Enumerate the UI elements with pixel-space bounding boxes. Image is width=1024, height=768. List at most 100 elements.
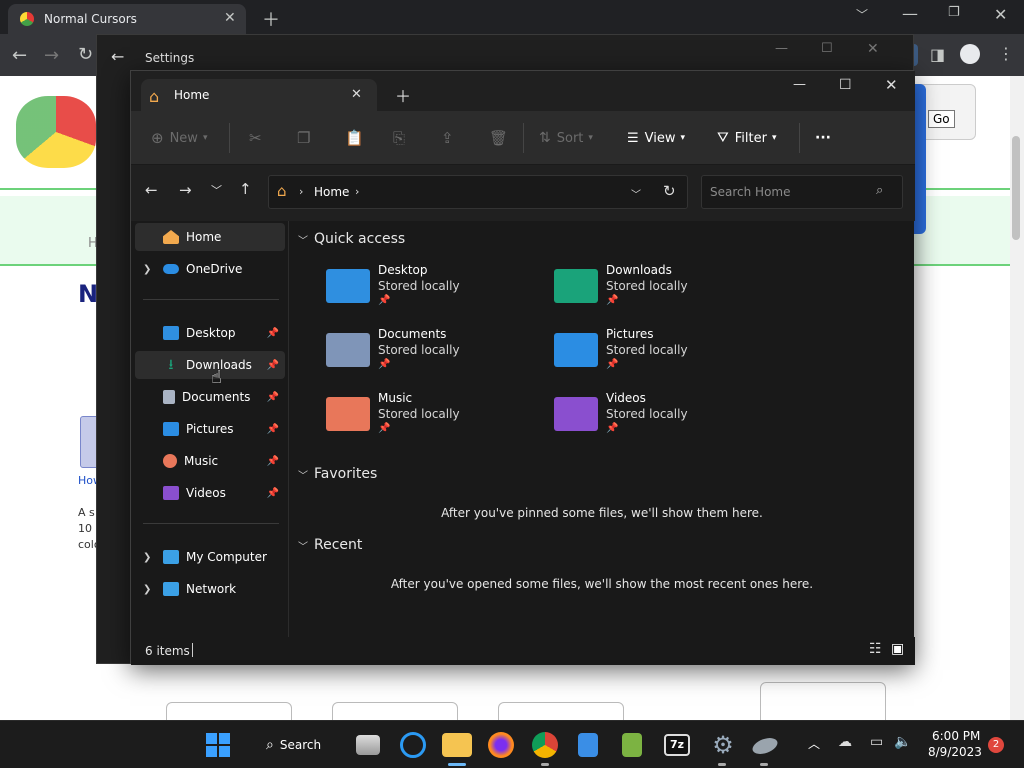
- nav-item-music[interactable]: Music 📌: [135, 447, 285, 475]
- browser-tab[interactable]: Normal Cursors ✕: [8, 4, 246, 34]
- clock-time[interactable]: 6:00 PM: [932, 729, 980, 743]
- quick-access-documents[interactable]: Documents Stored locally 📌: [320, 327, 540, 383]
- tiles-view-icon[interactable]: ▣: [891, 641, 904, 657]
- file-explorer-icon[interactable]: [442, 733, 472, 757]
- quick-access-music[interactable]: Music Stored locally 📌: [320, 391, 540, 447]
- explorer-maximize-icon[interactable]: ☐: [839, 77, 852, 93]
- copy-icon[interactable]: ❐: [297, 111, 310, 165]
- taskbar-search-button[interactable]: ⌕ Search: [256, 731, 340, 759]
- nav-item-home[interactable]: Home: [135, 223, 285, 251]
- pin-icon[interactable]: 📌: [267, 424, 279, 435]
- pin-icon[interactable]: 📌: [267, 392, 279, 403]
- explorer-tab-close-icon[interactable]: ✕: [351, 87, 362, 102]
- nav-item-my-computer[interactable]: ❯ My Computer: [135, 543, 285, 571]
- nav-item-desktop[interactable]: Desktop 📌: [135, 319, 285, 347]
- nav-item-videos[interactable]: Videos 📌: [135, 479, 285, 507]
- cut-icon[interactable]: ✂: [249, 111, 262, 165]
- up-arrow-icon[interactable]: ↑: [239, 180, 252, 198]
- back-arrow-icon[interactable]: ←: [145, 181, 158, 199]
- cortana-icon[interactable]: [400, 732, 426, 758]
- new-tab-icon[interactable]: ＋: [262, 6, 280, 32]
- pin-icon[interactable]: 📌: [267, 360, 279, 371]
- view-button[interactable]: ☰ View ▾: [627, 111, 685, 165]
- close-window-icon[interactable]: ✕: [994, 5, 1007, 24]
- clock-date[interactable]: 8/9/2023: [928, 745, 982, 759]
- address-dropdown-icon[interactable]: ﹀: [631, 186, 641, 201]
- close-tab-icon[interactable]: ✕: [224, 10, 236, 26]
- back-icon[interactable]: ←: [12, 45, 27, 66]
- explorer-minimize-icon[interactable]: —: [793, 77, 806, 92]
- delete-icon[interactable]: 🗑: [489, 111, 508, 165]
- nav-item-pictures[interactable]: Pictures 📌: [135, 415, 285, 443]
- side-panel-icon[interactable]: ◨: [930, 45, 945, 64]
- notification-badge[interactable]: 2: [988, 737, 1004, 753]
- 7zip-icon[interactable]: 7z: [664, 734, 690, 756]
- search-input[interactable]: Search Home ⌕: [701, 175, 903, 209]
- rename-icon[interactable]: ⎘: [393, 111, 405, 165]
- nav-label: Documents: [182, 390, 251, 404]
- collapse-chevron-icon[interactable]: ﹀: [298, 232, 308, 247]
- collapse-chevron-icon[interactable]: ﹀: [298, 538, 308, 553]
- profile-icon[interactable]: [960, 44, 980, 64]
- quick-access-desktop[interactable]: Desktop Stored locally 📌: [320, 263, 540, 319]
- pin-icon[interactable]: 📌: [267, 328, 279, 339]
- tab-search-icon[interactable]: ﹀: [856, 6, 868, 23]
- quick-access-pictures[interactable]: Pictures Stored locally 📌: [548, 327, 768, 383]
- explorer-new-tab-icon[interactable]: ＋: [395, 83, 411, 107]
- show-hidden-icons-icon[interactable]: ︿: [808, 735, 820, 752]
- address-bar[interactable]: ⌂ › Home › ﹀ ↻: [268, 175, 688, 209]
- new-button[interactable]: ⊕ New ▾: [151, 111, 207, 165]
- filter-button[interactable]: ⛛ Filter ▾: [717, 111, 777, 165]
- task-view-icon[interactable]: [356, 735, 380, 755]
- start-windows-icon[interactable]: [206, 733, 230, 757]
- onedrive-offline-icon[interactable]: ☁: [838, 734, 852, 750]
- nav-item-downloads[interactable]: ⭳ Downloads 📌: [135, 351, 285, 379]
- settings-maximize-icon[interactable]: ☐: [821, 41, 833, 56]
- more-options-button[interactable]: ···: [815, 111, 831, 165]
- breadcrumb-home[interactable]: Home: [314, 185, 349, 199]
- sort-button[interactable]: ⇅ Sort ▾: [539, 111, 593, 165]
- minimize-window-icon[interactable]: —: [902, 4, 918, 23]
- restore-window-icon[interactable]: ❐: [948, 5, 960, 20]
- firefox-icon[interactable]: [488, 732, 514, 758]
- recent-locations-icon[interactable]: ﹀: [211, 182, 222, 198]
- forward-arrow-icon[interactable]: →: [179, 181, 192, 199]
- refresh-icon[interactable]: ↻: [663, 182, 676, 200]
- section-recent[interactable]: ﹀ Recent: [298, 537, 362, 553]
- go-button[interactable]: Go: [928, 110, 955, 128]
- collapse-chevron-icon[interactable]: ﹀: [298, 467, 308, 482]
- volume-icon[interactable]: 🔈: [894, 734, 911, 750]
- reload-icon[interactable]: ↻: [78, 44, 93, 65]
- forward-icon[interactable]: →: [44, 45, 59, 66]
- settings-gear-icon[interactable]: ⚙: [708, 730, 738, 760]
- nav-item-onedrive[interactable]: ❯ OneDrive: [135, 255, 285, 283]
- chrome-icon[interactable]: [532, 732, 558, 758]
- quick-access-downloads[interactable]: Downloads Stored locally 📌: [548, 263, 768, 319]
- section-favorites[interactable]: ﹀ Favorites: [298, 466, 377, 482]
- details-view-icon[interactable]: ☷: [869, 641, 882, 657]
- nav-item-documents[interactable]: Documents 📌: [135, 383, 285, 411]
- notepad-icon[interactable]: [578, 733, 598, 757]
- settings-close-icon[interactable]: ✕: [867, 41, 879, 57]
- share-icon[interactable]: ⇪: [441, 111, 454, 165]
- settings-minimize-icon[interactable]: —: [775, 41, 788, 56]
- explorer-tab[interactable]: ⌂ Home ✕: [141, 79, 377, 111]
- pin-icon[interactable]: 📌: [267, 488, 279, 499]
- expand-chevron-icon[interactable]: ❯: [143, 264, 151, 275]
- explorer-close-icon[interactable]: ✕: [885, 76, 898, 94]
- breadcrumb-chevron-icon[interactable]: ›: [355, 185, 359, 198]
- nav-item-network[interactable]: ❯ Network: [135, 575, 285, 603]
- mouse-pointer-icon: ☝: [211, 367, 222, 388]
- pin-icon[interactable]: 📌: [267, 456, 279, 467]
- expand-chevron-icon[interactable]: ❯: [143, 584, 151, 595]
- expand-chevron-icon[interactable]: ❯: [143, 552, 151, 563]
- settings-back-icon[interactable]: ←: [111, 47, 124, 66]
- network-status-icon[interactable]: ▭: [870, 734, 883, 750]
- mouse-app-icon[interactable]: [750, 734, 780, 758]
- scrollbar-thumb[interactable]: [1012, 136, 1020, 240]
- paste-icon[interactable]: 📋: [345, 111, 364, 165]
- section-quick-access[interactable]: ﹀ Quick access: [298, 231, 405, 247]
- menu-kebab-icon[interactable]: ⋮: [998, 44, 1014, 63]
- chart-app-icon[interactable]: [622, 733, 642, 757]
- quick-access-videos[interactable]: Videos Stored locally 📌: [548, 391, 768, 447]
